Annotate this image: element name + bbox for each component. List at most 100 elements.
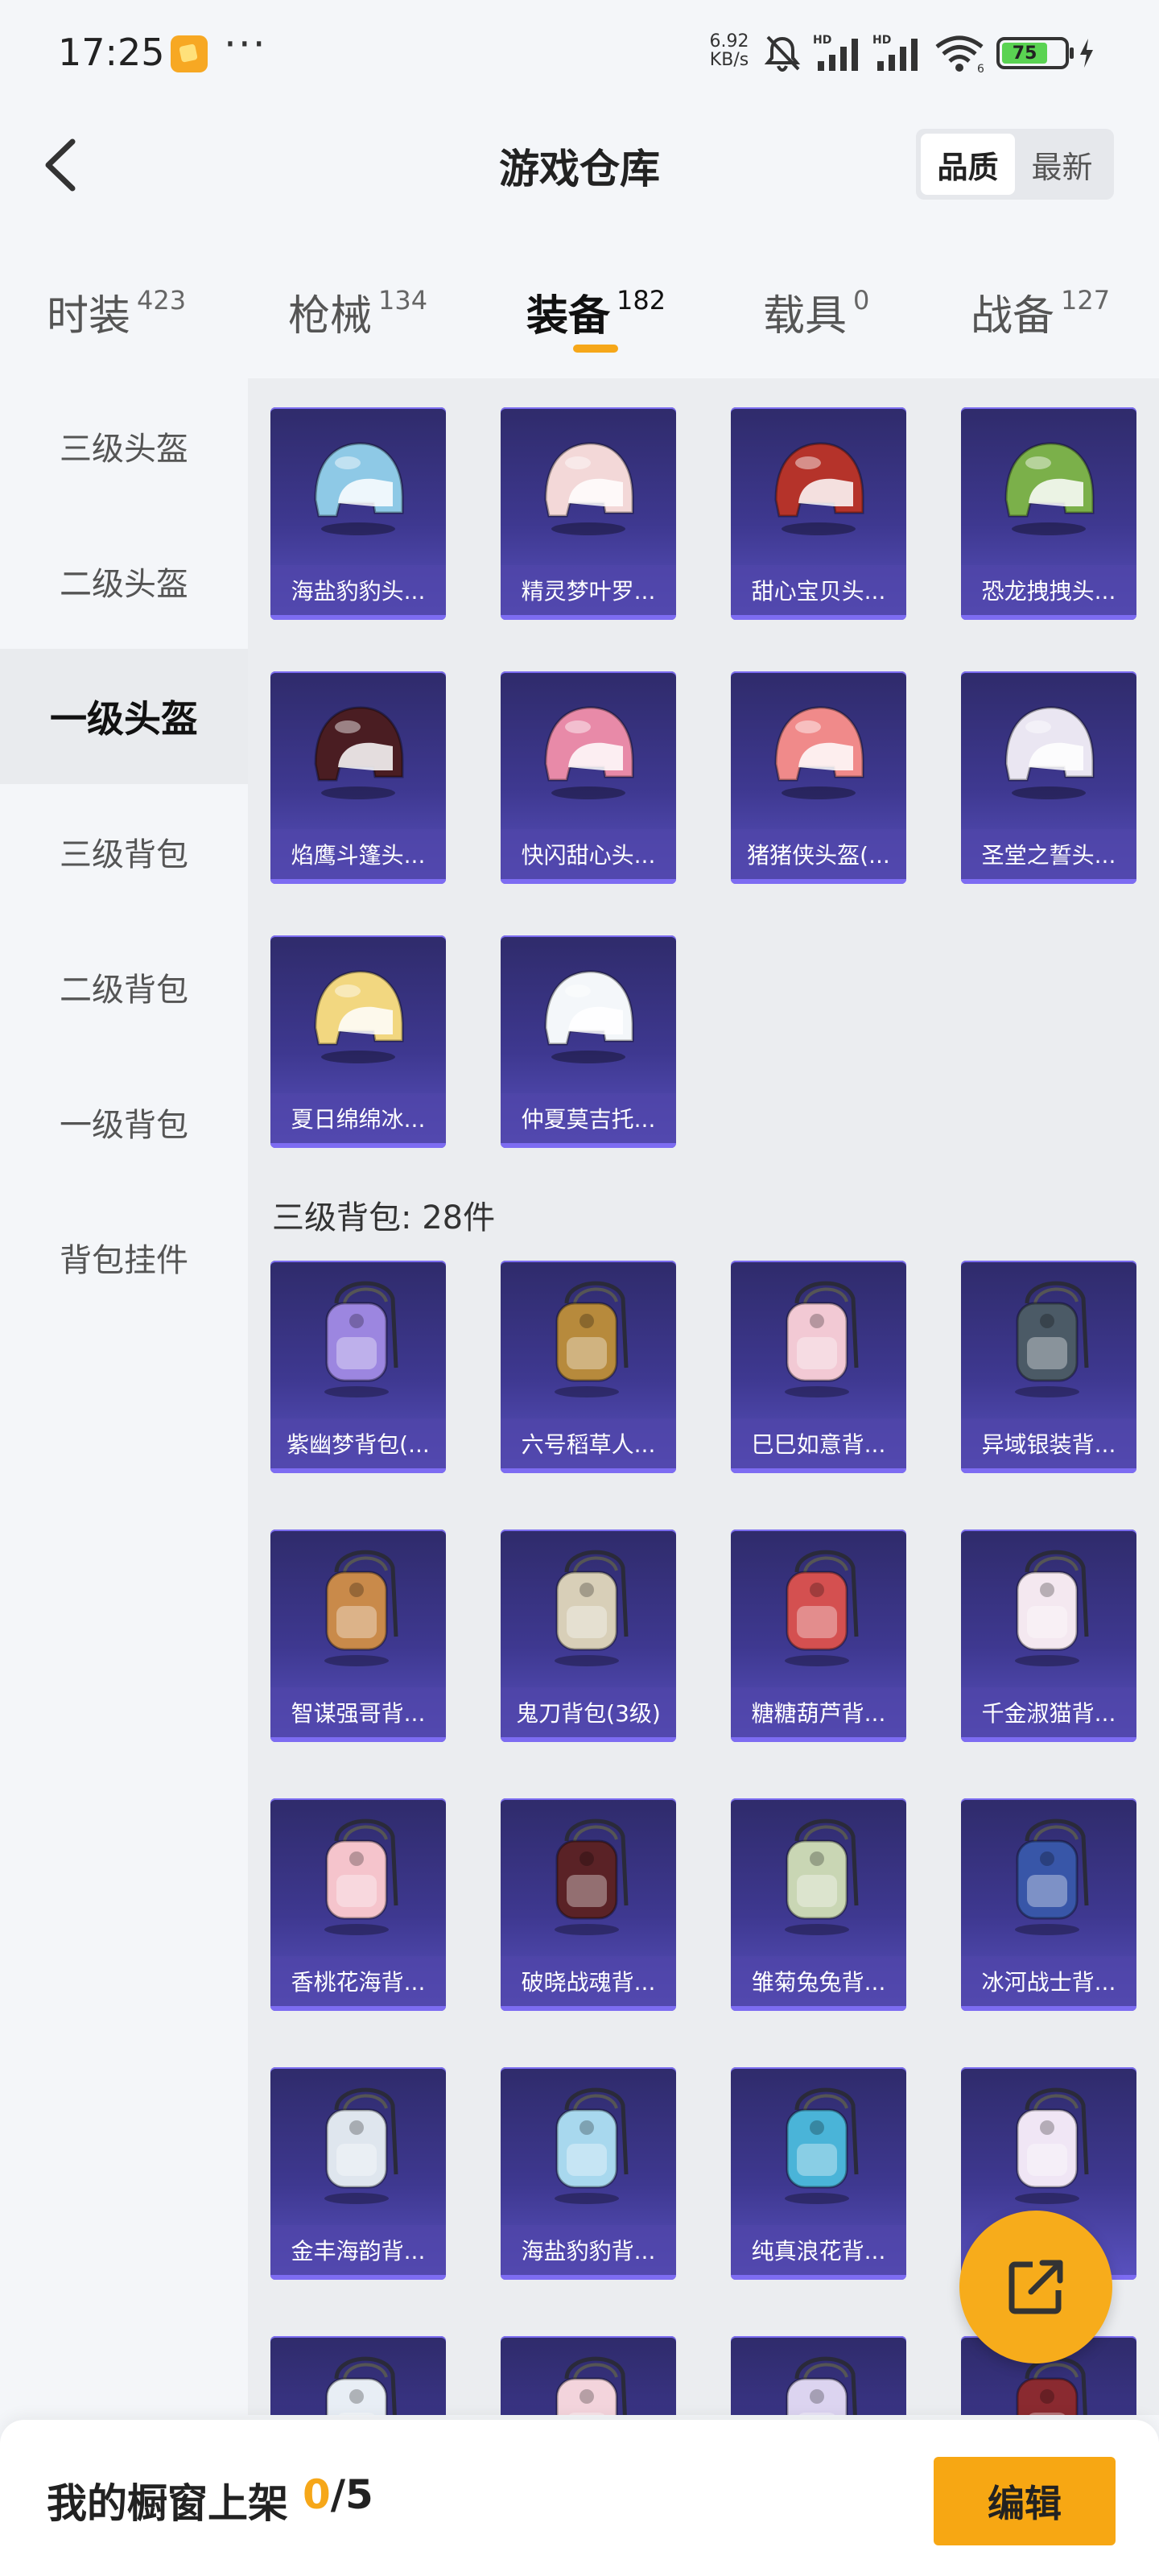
helmet-card[interactable]: 夏日绵绵冰...	[270, 935, 446, 1148]
backpack-card[interactable]: 金丰海韵背...	[270, 2067, 446, 2280]
helmet-icon	[731, 407, 906, 565]
svg-text:6: 6	[977, 63, 984, 74]
tab-label: 装备	[526, 292, 611, 341]
helmet-card[interactable]: 焰鹰斗篷头...	[270, 671, 446, 884]
sidebar-item-backpack-charm[interactable]: 背包挂件	[0, 1190, 248, 1325]
item-name: 焰鹰斗篷头...	[270, 829, 446, 879]
tab-equipment[interactable]: 装备 182	[526, 282, 666, 342]
item-name: 冰河战士背...	[961, 1956, 1136, 2006]
backpack-card[interactable]: 千金淑猫背...	[961, 1530, 1136, 1742]
helmet-card[interactable]: 仲夏莫吉托...	[501, 935, 676, 1148]
sidebar-item-level2-backpack[interactable]: 二级背包	[0, 919, 248, 1055]
item-name: 破晓战魂背...	[501, 1956, 676, 2006]
backpack-icon	[501, 1261, 676, 1418]
item-name: 香桃花海背...	[270, 1956, 446, 2006]
backpack-card[interactable]: 破晓战魂背...	[501, 1798, 676, 2011]
sidebar-item-level1-backpack[interactable]: 一级背包	[0, 1055, 248, 1190]
sort-newest-button[interactable]: 最新	[1015, 134, 1109, 195]
item-name: 鬼刀背包(3级)	[501, 1687, 676, 1737]
helmet-card[interactable]: 猪猪侠头盔(...	[731, 671, 906, 884]
svg-text:HD: HD	[872, 34, 891, 47]
item-name: 紫幽梦背包(...	[270, 1418, 446, 1468]
bottom-bar: 我的橱窗上架 0 /5 编辑	[0, 2420, 1159, 2576]
backpack-icon	[961, 1261, 1136, 1418]
backpack-card[interactable]: 巳巳如意背...	[731, 1261, 906, 1473]
sort-switch: 品质 最新	[916, 129, 1114, 200]
item-name: 糖糖葫芦背...	[731, 1687, 906, 1737]
helmet-card[interactable]: 甜心宝贝头...	[731, 407, 906, 620]
tab-fashion[interactable]: 时装 423	[47, 282, 186, 342]
backpack-icon	[961, 1530, 1136, 1687]
backpack-card[interactable]: 海盐豹豹背...	[501, 2067, 676, 2280]
tab-vehicles[interactable]: 载具 0	[763, 282, 869, 342]
backpack-card[interactable]: 异域银装背...	[961, 1261, 1136, 1473]
backpack-icon	[270, 1798, 446, 1956]
external-link-icon	[1008, 2260, 1063, 2314]
signal-hd-icon: HD	[872, 34, 918, 71]
item-name: 仲夏莫吉托...	[501, 1093, 676, 1143]
item-name: 智谋强哥背...	[270, 1687, 446, 1737]
shelf-total: /5	[330, 2471, 373, 2518]
network-speed-unit: KB/s	[709, 50, 749, 70]
edit-button[interactable]: 编辑	[934, 2457, 1116, 2545]
backpack-icon	[731, 2336, 906, 2415]
item-name: 恐龙拽拽头...	[961, 565, 1136, 615]
battery-indicator: 75	[996, 37, 1074, 69]
helmet-card[interactable]: 圣堂之誓头...	[961, 671, 1136, 884]
backpack-card[interactable]: 智谋强哥背...	[270, 1530, 446, 1742]
helmet-icon	[731, 671, 906, 829]
tab-supplies[interactable]: 战备 127	[971, 282, 1110, 342]
sidebar-item-level3-helmet[interactable]: 三级头盔	[0, 378, 248, 514]
helmet-card[interactable]: 精灵梦叶罗...	[501, 407, 676, 620]
mute-icon	[764, 35, 801, 72]
backpack-card[interactable]: 纯真浪花背...	[731, 2067, 906, 2280]
helmet-icon	[270, 935, 446, 1093]
backpack-card[interactable]	[731, 2336, 906, 2415]
item-name: 精灵梦叶罗...	[501, 565, 676, 615]
shelf-status: 我的橱窗上架 0 /5	[47, 2471, 373, 2529]
backpack-icon	[501, 2336, 676, 2415]
sidebar-item-level2-helmet[interactable]: 二级头盔	[0, 514, 248, 649]
item-name: 千金淑猫背...	[961, 1687, 1136, 1737]
backpack-card[interactable]: 紫幽梦背包(...	[270, 1261, 446, 1473]
share-button[interactable]	[959, 2211, 1112, 2363]
helmet-icon	[270, 407, 446, 565]
battery-level: 75	[1002, 43, 1048, 64]
network-speed-value: 6.92	[709, 31, 749, 52]
sidebar-item-level3-backpack[interactable]: 三级背包	[0, 784, 248, 919]
tab-count: 0	[853, 285, 870, 316]
tab-label: 时装	[47, 292, 131, 341]
status-bar: 17:25 ··· 6.92 KB/s HD HD 6 75	[0, 0, 1159, 105]
backpack-icon	[270, 2336, 446, 2415]
sidebar-item-level1-helmet[interactable]: 一级头盔	[0, 649, 248, 784]
item-grid: 三级背包: 28件 海盐豹豹头... 精灵梦叶罗... 甜心宝贝头... 恐龙拽拽头.…	[248, 378, 1159, 2415]
backpack-card[interactable]: 冰河战士背...	[961, 1798, 1136, 2011]
more-dots-icon: ···	[224, 21, 267, 68]
tab-weapons[interactable]: 枪械 134	[288, 282, 427, 342]
item-name: 金丰海韵背...	[270, 2225, 446, 2275]
app-notification-icon	[171, 35, 208, 72]
backpack-card[interactable]	[501, 2336, 676, 2415]
backpack-icon	[270, 2067, 446, 2225]
backpack-card[interactable]: 香桃花海背...	[270, 1798, 446, 2011]
backpack-icon	[731, 2067, 906, 2225]
backpack-icon	[961, 1798, 1136, 1956]
backpack-card[interactable]: 糖糖葫芦背...	[731, 1530, 906, 1742]
tab-count: 423	[137, 285, 187, 316]
item-name: 快闪甜心头...	[501, 829, 676, 879]
backpack-card[interactable]: 雏菊兔兔背...	[731, 1798, 906, 2011]
sort-quality-button[interactable]: 品质	[921, 134, 1015, 195]
helmet-card[interactable]: 快闪甜心头...	[501, 671, 676, 884]
backpack-card[interactable]: 六号稻草人...	[501, 1261, 676, 1473]
tab-count: 127	[1061, 285, 1111, 316]
item-name: 夏日绵绵冰...	[270, 1093, 446, 1143]
backpack-icon	[501, 1530, 676, 1687]
backpack-card[interactable]	[270, 2336, 446, 2415]
item-name: 海盐豹豹背...	[501, 2225, 676, 2275]
helmet-card[interactable]: 海盐豹豹头...	[270, 407, 446, 620]
item-name: 六号稻草人...	[501, 1418, 676, 1468]
helmet-card[interactable]: 恐龙拽拽头...	[961, 407, 1136, 620]
backpack-card[interactable]: 鬼刀背包(3级)	[501, 1530, 676, 1742]
shelf-label: 我的橱窗上架	[47, 2480, 288, 2527]
backpack-icon	[501, 1798, 676, 1956]
